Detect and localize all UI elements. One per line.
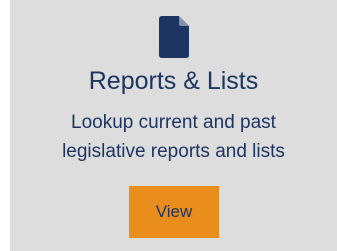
reports-lists-card: Reports & Lists Lookup current and past … <box>10 0 337 251</box>
view-button[interactable]: View <box>129 186 219 238</box>
card-title: Reports & Lists <box>88 67 259 95</box>
document-icon <box>10 16 337 58</box>
card-description-line-2: legislative reports and lists <box>62 141 285 162</box>
card-description: Lookup current and past legislative repo… <box>10 108 337 166</box>
card-description-line-1: Lookup current and past <box>71 112 276 133</box>
